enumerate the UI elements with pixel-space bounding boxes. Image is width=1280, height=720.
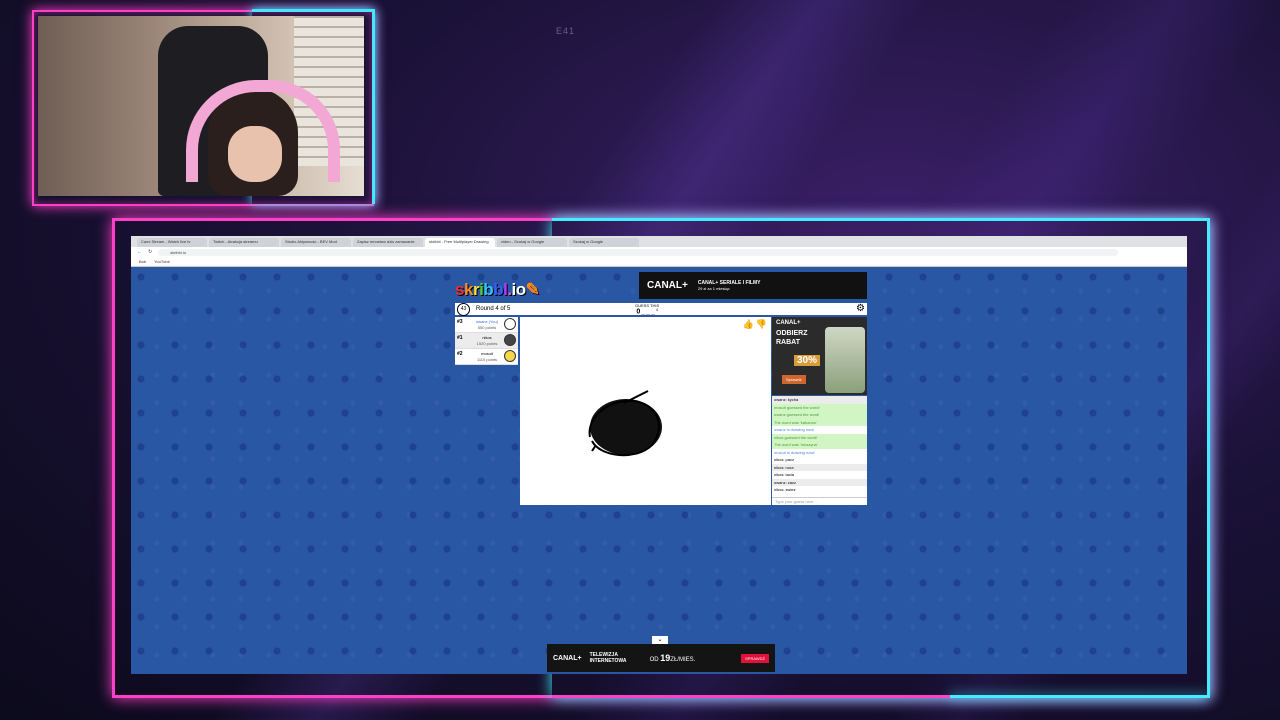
browser-tab[interactable]: Cami Stream - Watch live tv bbox=[137, 238, 207, 247]
chat-message: mosuit guessed the word! bbox=[772, 403, 867, 411]
chat-list: owanz: kycha mosuit guessed the word! owan… bbox=[772, 396, 867, 494]
skribbl-logo: skribbl.io✎ bbox=[455, 280, 540, 299]
round-bar: 43 Round 4 of 5 GUESS THIS 0___4 ⚙ bbox=[455, 302, 867, 316]
ad-price: OD 19ZŁ/MIES. bbox=[650, 653, 696, 663]
chat-message: mosuit is drawing now! bbox=[774, 449, 815, 455]
browser-tabbar: Cami Stream - Watch live tv Twitch - Atr… bbox=[131, 236, 1187, 247]
player-list: #3 owanz (You) 550 points #1 nikos 1520 … bbox=[455, 317, 518, 365]
chat-message: nikos guessed the word! bbox=[772, 433, 867, 441]
word-hint: GUESS THIS 0___4 bbox=[635, 303, 659, 316]
top-banner-ad[interactable]: CANAL+ CANAL+ SERIALE I FILMY 29 zł za 1… bbox=[639, 272, 867, 299]
collapse-ad-button[interactable]: ⌄ bbox=[652, 636, 668, 644]
chat-message: owanz guessed the word! bbox=[772, 411, 867, 419]
player-points: 1520 points bbox=[476, 341, 498, 346]
player-rank: #2 bbox=[457, 351, 463, 357]
chat-input[interactable]: Type your guess here... bbox=[772, 497, 867, 505]
player-name: nikos bbox=[482, 335, 492, 340]
chat-message: nikos: pacz bbox=[774, 457, 795, 462]
chat-message: The word was 'muszyna' bbox=[772, 441, 867, 449]
player-avatar bbox=[504, 334, 516, 346]
browser-tab-active[interactable]: skribbl - Free Multiplayer Drawing bbox=[425, 238, 495, 247]
back-icon[interactable]: ← bbox=[137, 249, 142, 255]
browser-tab[interactable]: Studio Aktywność - BEV Mod bbox=[281, 238, 351, 247]
player-points: 1110 points bbox=[476, 357, 498, 362]
bookmarks-bar: Bob YouTube bbox=[131, 257, 1187, 267]
chat-message: The word was 'kabanos' bbox=[772, 418, 867, 426]
bookmark-item[interactable]: Bob bbox=[139, 259, 146, 264]
browser-tab[interactable]: Szukaj w Google bbox=[569, 238, 639, 247]
player-rank: #1 bbox=[457, 335, 463, 341]
player-row: #1 nikos 1520 points bbox=[455, 333, 518, 349]
chat-panel: owanz: kycha mosuit guessed the word! owan… bbox=[772, 396, 867, 505]
ad-price-prefix: OD bbox=[649, 657, 659, 663]
overlay-code: E41 bbox=[556, 26, 576, 36]
chat-message: nikos: swiez bbox=[774, 487, 796, 492]
browser-tab[interactable]: Zapisz mnostwo dzis zamazanie bbox=[353, 238, 423, 247]
round-label: Round 4 of 5 bbox=[476, 306, 511, 312]
timer-clock-icon: 43 bbox=[457, 302, 470, 316]
player-points: 550 points bbox=[477, 325, 497, 330]
captured-screen: Cami Stream - Watch live tv Twitch - Atr… bbox=[131, 236, 1187, 674]
player-rank: #3 bbox=[457, 319, 463, 325]
ad-price-suffix: ZŁ/MIES. bbox=[670, 657, 696, 663]
url-input[interactable]: skribbl.io bbox=[158, 248, 1119, 256]
player-row: #3 owanz (You) 550 points bbox=[455, 317, 518, 333]
ad-brand: CANAL+ bbox=[776, 320, 801, 326]
chat-message: owanz: kycha bbox=[772, 396, 867, 404]
chat-message: owanz is drawing now! bbox=[774, 427, 815, 432]
hint-count: 4 bbox=[655, 308, 658, 312]
ad-brand: CANAL+ bbox=[647, 280, 688, 291]
ad-percent: 30% bbox=[794, 355, 821, 366]
bookmark-item[interactable]: YouTube bbox=[154, 259, 170, 264]
skribbl-page: skribbl.io✎ CANAL+ CANAL+ SERIALE I FILM… bbox=[131, 267, 1187, 674]
browser-tab[interactable]: video - Szukaj w Google bbox=[497, 238, 567, 247]
player-row: #2 mosuit 1110 points bbox=[455, 349, 518, 365]
ad-image bbox=[825, 327, 865, 393]
player-avatar bbox=[504, 318, 516, 330]
chat-message: nikos: tacia bbox=[774, 472, 795, 477]
gear-icon[interactable]: ⚙ bbox=[856, 304, 865, 314]
ad-headline: ODBIERZ RABAT bbox=[776, 330, 808, 346]
ad-line: 29 zł za 1 miesiąc bbox=[697, 285, 730, 291]
hint-letters: 0___ bbox=[636, 308, 656, 316]
player-name: owanz (You) bbox=[475, 319, 499, 324]
bottom-banner-ad[interactable]: CANAL+ TELEWIZJA INTERNETOWA OD 19ZŁ/MIE… bbox=[547, 644, 775, 672]
address-bar-row: ← ↻ skribbl.io bbox=[131, 247, 1187, 257]
reload-icon[interactable]: ↻ bbox=[148, 249, 152, 255]
drawing-canvas[interactable]: 👍 👎 bbox=[520, 317, 771, 505]
ad-headline: TELEWIZJA INTERNETOWA bbox=[589, 652, 627, 664]
ad-price-value: 19 bbox=[660, 653, 671, 663]
side-banner-ad[interactable]: CANAL+ ODBIERZ RABAT 30% Sprawdź bbox=[772, 317, 867, 395]
player-avatar bbox=[504, 350, 516, 362]
browser-tab[interactable]: Twitch - Atrakcja streamu bbox=[209, 238, 279, 247]
ad-cta-button[interactable]: Sprawdź bbox=[782, 375, 806, 384]
scribble-drawing bbox=[588, 390, 662, 457]
ad-brand: CANAL+ bbox=[553, 654, 582, 662]
player-name: mosuit bbox=[481, 351, 493, 356]
ad-cta-button[interactable]: SPRAWDŹ bbox=[741, 653, 769, 663]
webcam-feed bbox=[38, 16, 364, 196]
chat-message: owanz: zacz bbox=[772, 478, 867, 486]
chat-message: nikos: nora bbox=[772, 463, 867, 471]
